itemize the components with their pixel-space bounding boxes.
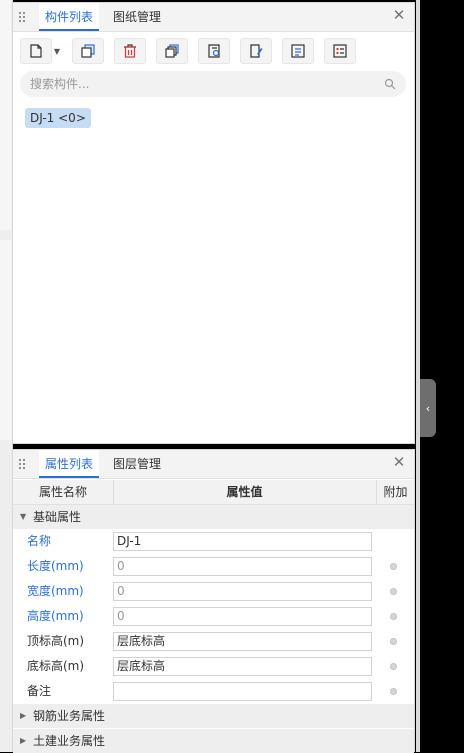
property-panel-tabbar: 属性列表 图层管理 ✕ (13, 450, 414, 479)
copy-icon (81, 44, 95, 58)
group-rebar-properties[interactable]: ▶ 钢筋业务属性 (13, 704, 414, 728)
list-icon (333, 44, 347, 58)
search-icon[interactable] (384, 78, 396, 90)
collapse-arrow-icon: ▶ (20, 736, 27, 745)
text-format-button[interactable] (282, 38, 314, 64)
component-item-dj1[interactable]: DJ-1 <0> (25, 108, 91, 128)
property-value-input[interactable]: 0 (113, 582, 372, 601)
search-input[interactable] (30, 71, 370, 97)
property-name: 高度(mm) (27, 609, 84, 623)
property-value-input[interactable]: 层底标高 (113, 657, 372, 676)
new-component-button[interactable] (20, 38, 52, 64)
extra-checkbox[interactable] (390, 688, 397, 695)
property-value-input[interactable]: 0 (113, 607, 372, 626)
table-row: 长度(mm) 0 (13, 554, 414, 579)
property-value-input[interactable]: DJ-1 (113, 532, 372, 551)
drag-handle-icon[interactable] (18, 458, 26, 470)
property-table-header: 属性名称 属性值 附加 (13, 480, 414, 505)
group-label: 基础属性 (33, 510, 82, 524)
delete-icon (124, 44, 136, 58)
property-value-input[interactable]: 0 (113, 557, 372, 576)
delete-button[interactable] (114, 38, 146, 64)
group-basic-properties[interactable]: ▼ 基础属性 (13, 505, 414, 529)
table-row: 顶标高(m) 层底标高 (13, 629, 414, 654)
list-view-button[interactable] (324, 38, 356, 64)
tab-component-list[interactable]: 构件列表 (39, 3, 100, 31)
property-name: 顶标高(m) (27, 634, 85, 648)
extra-checkbox[interactable] (390, 663, 397, 670)
text-icon (291, 44, 305, 58)
table-row: 底标高(m) 层底标高 (13, 654, 414, 679)
expand-arrow-icon: ▼ (20, 512, 27, 521)
collapse-panel-button[interactable]: ‹ (420, 379, 436, 437)
extra-checkbox[interactable] (390, 563, 397, 570)
property-table: 属性名称 属性值 附加 ▼ 基础属性 名称 DJ-1 长度(mm) 0 宽度(m… (13, 480, 414, 753)
close-icon[interactable]: ✕ (392, 455, 406, 470)
extract-icon (208, 44, 220, 58)
tab-layer-management[interactable]: 图层管理 (107, 450, 167, 478)
layer-copy-button[interactable] (156, 38, 188, 64)
chevron-left-icon: ‹ (425, 401, 431, 415)
table-row: 备注 (13, 679, 414, 704)
extra-checkbox[interactable] (390, 588, 397, 595)
property-name: 长度(mm) (27, 559, 84, 573)
component-list-panel: 构件列表 图纸管理 ✕ ▼ DJ-1 <0> (12, 2, 415, 444)
drag-handle-icon[interactable] (18, 11, 26, 23)
property-list-panel: 属性列表 图层管理 ✕ 属性名称 属性值 附加 ▼ 基础属性 名称 DJ-1 长… (12, 449, 415, 753)
property-value-input[interactable] (113, 682, 372, 701)
group-label: 钢筋业务属性 (33, 709, 106, 723)
tab-drawing-management[interactable]: 图纸管理 (107, 3, 167, 31)
component-search (20, 71, 406, 97)
close-icon[interactable]: ✕ (392, 8, 406, 23)
column-extra: 附加 (383, 485, 408, 499)
group-label: 土建业务属性 (33, 734, 106, 748)
property-name: 备注 (27, 684, 52, 698)
new-component-icon (30, 44, 42, 58)
background-area (420, 0, 464, 752)
layer-copy-icon (165, 44, 179, 58)
column-property-name: 属性名称 (13, 480, 114, 504)
table-row: 高度(mm) 0 (13, 604, 414, 629)
property-name: 名称 (27, 534, 52, 548)
tab-property-list[interactable]: 属性列表 (39, 450, 100, 478)
component-panel-tabbar: 构件列表 图纸管理 ✕ (13, 3, 414, 32)
extract-button[interactable] (198, 38, 230, 64)
collapse-arrow-icon: ▶ (20, 711, 27, 720)
edit-button[interactable] (240, 38, 272, 64)
group-civil-properties[interactable]: ▶ 土建业务属性 (13, 729, 414, 753)
property-name: 宽度(mm) (27, 584, 84, 598)
property-value-input[interactable]: 层底标高 (113, 632, 372, 651)
extra-checkbox[interactable] (390, 613, 397, 620)
column-property-value: 属性值 (113, 480, 377, 504)
edit-icon (250, 44, 263, 58)
property-name: 底标高(m) (27, 659, 85, 673)
extra-checkbox[interactable] (390, 638, 397, 645)
table-row: 宽度(mm) 0 (13, 579, 414, 604)
table-row: 名称 DJ-1 (13, 529, 414, 554)
copy-button[interactable] (72, 38, 104, 64)
new-dropdown-arrow[interactable]: ▼ (52, 38, 62, 64)
